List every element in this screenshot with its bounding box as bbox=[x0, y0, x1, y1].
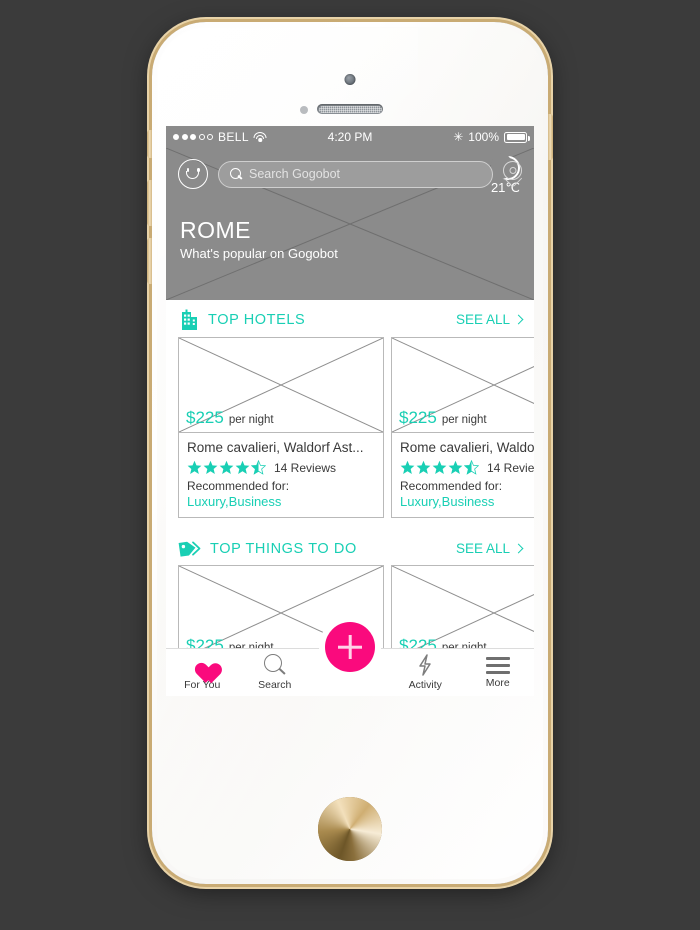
carrier-name: BELL bbox=[218, 130, 249, 144]
rating-row: 14 Reviews bbox=[187, 460, 375, 475]
tab-more[interactable]: More bbox=[462, 656, 535, 689]
section-title: TOP THINGS TO DO bbox=[210, 540, 357, 557]
add-button[interactable] bbox=[325, 622, 375, 672]
price-unit: per night bbox=[441, 414, 487, 426]
status-bar-left: BELL bbox=[173, 130, 267, 144]
tab-label: Activity bbox=[408, 679, 442, 691]
hotel-name: Rome cavalieri, Waldorf Ast... bbox=[187, 440, 364, 455]
section-title: TOP HOTELS bbox=[208, 311, 306, 328]
status-bar-right: ✳ 100% bbox=[453, 130, 530, 144]
chevron-right-icon bbox=[513, 314, 524, 325]
rating-row: 14 Review bbox=[400, 460, 534, 475]
section-top-hotels: TOP HOTELS SEE ALL $225 per night Rome c… bbox=[166, 300, 534, 518]
tab-label: Search bbox=[258, 679, 292, 691]
search-icon bbox=[230, 168, 242, 180]
hotel-name: Rome cavalieri, Waldorf A bbox=[400, 440, 534, 455]
home-button[interactable] bbox=[318, 797, 382, 861]
lightning-bolt-icon bbox=[416, 654, 434, 676]
recommended-tags: Luxury,Business bbox=[187, 494, 282, 509]
search-placeholder: Search Gogobot bbox=[249, 167, 341, 181]
hotels-card-rail[interactable]: $225 per night Rome cavalieri, Waldorf A… bbox=[166, 337, 534, 518]
battery-percent-label: 100% bbox=[468, 130, 499, 144]
plus-icon bbox=[338, 635, 362, 659]
section-header: TOP HOTELS SEE ALL bbox=[166, 300, 534, 337]
review-count: 14 Review bbox=[487, 460, 534, 475]
bluetooth-icon: ✳ bbox=[453, 130, 464, 144]
front-camera bbox=[344, 74, 356, 85]
earpiece-speaker bbox=[317, 104, 383, 114]
hotel-card[interactable]: $225 per night Rome cavalieri, Waldorf A… bbox=[178, 337, 384, 518]
card-body: Rome cavalieri, Waldorf A bbox=[392, 433, 534, 517]
star-rating bbox=[400, 460, 479, 475]
recommended-tags: Luxury,Business bbox=[400, 494, 495, 509]
see-all-link[interactable]: SEE ALL bbox=[455, 312, 524, 327]
status-bar: BELL 4:20 PM ✳ 100% bbox=[166, 126, 534, 148]
price-block: $225 per night bbox=[186, 408, 274, 428]
phone-device: BELL 4:20 PM ✳ 100% Search Gogobot ROME … bbox=[147, 22, 553, 884]
search-input[interactable]: Search Gogobot bbox=[218, 160, 493, 188]
hotel-building-icon bbox=[178, 309, 199, 330]
smiley-face-icon[interactable] bbox=[178, 159, 208, 189]
see-all-label: SEE ALL bbox=[455, 541, 510, 556]
hotel-card[interactable]: $225 per night Rome cavalieri, Waldorf A bbox=[391, 337, 534, 518]
hamburger-menu-icon bbox=[485, 656, 510, 674]
price-amount: $225 bbox=[186, 408, 224, 427]
card-image-placeholder: $225 per night bbox=[179, 338, 383, 433]
signal-strength-icon bbox=[173, 134, 213, 140]
section-header: TOP THINGS TO DO SEE ALL bbox=[166, 530, 534, 565]
tab-for-you[interactable]: For You bbox=[166, 655, 239, 691]
tag-icon bbox=[178, 539, 201, 558]
volume-up-button[interactable] bbox=[147, 180, 152, 226]
hero-subtitle: What's popular on Gogobot bbox=[180, 246, 338, 262]
magnifier-icon bbox=[263, 654, 286, 676]
chevron-right-icon bbox=[513, 543, 524, 554]
hero-header: Search Gogobot ROME What's popular on Go… bbox=[166, 148, 534, 300]
price-block: $225 per night bbox=[399, 408, 487, 428]
city-title: ROME bbox=[180, 217, 251, 243]
card-body: Rome cavalieri, Waldorf Ast... bbox=[179, 433, 383, 517]
tab-label: More bbox=[485, 676, 510, 689]
card-image-placeholder: $225 per night bbox=[392, 338, 534, 433]
see-all-link[interactable]: SEE ALL bbox=[455, 541, 524, 556]
top-nav-bar: Search Gogobot bbox=[166, 148, 534, 200]
card-image-placeholder: $225 per night bbox=[392, 566, 534, 661]
recommended-label: Recommended for: bbox=[400, 479, 503, 493]
tab-search[interactable]: Search bbox=[239, 654, 312, 691]
proximity-sensor bbox=[300, 106, 308, 114]
battery-icon bbox=[504, 131, 530, 143]
see-all-label: SEE ALL bbox=[455, 312, 510, 327]
power-button[interactable] bbox=[548, 114, 553, 160]
tab-activity[interactable]: Activity bbox=[389, 654, 462, 691]
phone-screen: BELL 4:20 PM ✳ 100% Search Gogobot ROME … bbox=[166, 126, 534, 696]
price-unit: per night bbox=[228, 414, 274, 426]
wifi-icon bbox=[253, 131, 267, 143]
hero-info: ROME What's popular on Gogobot bbox=[166, 200, 534, 261]
star-rating bbox=[187, 460, 266, 475]
heart-icon bbox=[190, 655, 214, 676]
volume-down-button[interactable] bbox=[147, 238, 152, 284]
mute-switch[interactable] bbox=[147, 130, 152, 158]
review-count: 14 Reviews bbox=[274, 460, 337, 475]
recommended-label: Recommended for: bbox=[187, 479, 290, 493]
map-pin-icon[interactable] bbox=[503, 161, 522, 188]
price-amount: $225 bbox=[399, 408, 437, 427]
